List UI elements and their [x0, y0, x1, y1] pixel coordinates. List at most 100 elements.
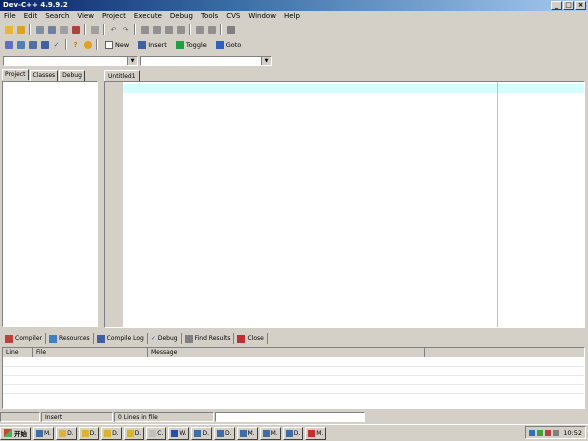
about-button[interactable]: [82, 39, 93, 50]
maximize-button[interactable]: □: [563, 1, 574, 10]
app-icon: [194, 429, 202, 437]
volume-icon[interactable]: [553, 429, 560, 436]
compile-run-button[interactable]: [27, 39, 38, 50]
taskbar-item-label: D.: [225, 429, 232, 437]
replace-button[interactable]: [151, 24, 162, 35]
toolbar-separator: [220, 24, 222, 35]
table-row: [3, 375, 584, 376]
menu-window[interactable]: Window: [244, 11, 280, 21]
find-results-icon: [184, 334, 193, 343]
taskbar-item-label: D.: [89, 429, 97, 437]
open-file-button[interactable]: [15, 24, 26, 35]
undo-button[interactable]: ↶: [108, 24, 119, 35]
tray-icon[interactable]: [545, 429, 552, 436]
tab-compiler[interactable]: Compiler: [2, 333, 47, 344]
insert-button[interactable]: Insert: [134, 39, 171, 51]
app-icon: [308, 429, 316, 437]
close-file-button[interactable]: [58, 24, 69, 35]
taskbar-item-label: D.: [112, 429, 119, 437]
menu-search[interactable]: Search: [41, 11, 73, 21]
find-next-button[interactable]: [163, 24, 174, 35]
toolbar-separator: [134, 24, 136, 35]
insert-label: Insert: [148, 40, 167, 49]
tab-compile-log[interactable]: Compile Log: [94, 333, 148, 344]
taskbar-item[interactable]: D.: [101, 426, 122, 440]
new-button[interactable]: New: [101, 39, 133, 51]
goto-button[interactable]: Goto: [212, 39, 246, 51]
tab-project[interactable]: Project: [2, 69, 29, 80]
menu-help[interactable]: Help: [280, 11, 304, 21]
tab-close[interactable]: Close: [234, 333, 268, 344]
taskbar-item[interactable]: D.: [282, 426, 304, 440]
compile-button[interactable]: [3, 39, 14, 50]
help-icon: ?: [73, 40, 78, 49]
taskbar-item[interactable]: M.: [33, 426, 55, 440]
window-controls: _ □ ×: [551, 1, 586, 10]
taskbar-item[interactable]: D.: [191, 426, 213, 440]
find-icon: [140, 25, 149, 34]
stop-button[interactable]: [225, 24, 236, 35]
menu-cvs[interactable]: CVS: [222, 11, 244, 21]
compiler-results-table[interactable]: Line File Message: [2, 347, 585, 409]
menu-tools[interactable]: Tools: [197, 11, 222, 21]
class-combo[interactable]: ▼: [3, 56, 138, 66]
tab-find-results[interactable]: Find Results: [182, 333, 235, 344]
tray-icon[interactable]: [529, 429, 536, 436]
taskbar-item-label: M.: [316, 429, 324, 437]
project-browser[interactable]: [2, 81, 98, 327]
find-button[interactable]: [139, 24, 150, 35]
menu-execute[interactable]: Execute: [130, 11, 166, 21]
menu-view[interactable]: View: [73, 11, 98, 21]
taskbar-item[interactable]: M.: [236, 426, 258, 440]
taskbar-item[interactable]: D.: [214, 426, 235, 440]
help-button[interactable]: ?: [70, 39, 81, 50]
taskbar-item[interactable]: M.: [259, 426, 281, 440]
taskbar-item-label: M.: [247, 429, 255, 437]
minimize-button[interactable]: _: [551, 1, 562, 10]
column-message[interactable]: Message: [148, 348, 425, 357]
goto-line-button[interactable]: [175, 24, 186, 35]
open-project-icon: [4, 25, 13, 34]
open-folder-icon: [16, 25, 25, 34]
rebuild-button[interactable]: [39, 39, 50, 50]
column-file[interactable]: File: [33, 348, 148, 357]
menu-debug[interactable]: Debug: [166, 11, 197, 21]
menu-file[interactable]: File: [0, 11, 20, 21]
tab-resources[interactable]: Resources: [46, 333, 94, 344]
menu-project[interactable]: Project: [98, 11, 130, 21]
menu-edit[interactable]: Edit: [20, 11, 42, 21]
check-button[interactable]: ✓: [51, 39, 62, 50]
start-button[interactable]: 开始: [0, 426, 31, 440]
taskbar-item[interactable]: D.: [56, 426, 77, 440]
open-project-button[interactable]: [3, 24, 14, 35]
properties-button[interactable]: [89, 24, 100, 35]
status-position: [0, 412, 40, 422]
column-line[interactable]: Line: [3, 348, 33, 357]
redo-button[interactable]: ↷: [120, 24, 131, 35]
run-button[interactable]: [15, 39, 26, 50]
menu-bar: File Edit Search View Project Execute De…: [0, 11, 588, 21]
taskbar-item[interactable]: C.: [146, 426, 167, 440]
taskbar-item[interactable]: D.: [123, 426, 145, 440]
back-button[interactable]: [194, 24, 205, 35]
tab-debug[interactable]: Debug: [59, 70, 85, 81]
properties-icon: [90, 25, 99, 34]
toggle-button[interactable]: Toggle: [172, 39, 211, 51]
tray-icon[interactable]: [537, 429, 544, 436]
close-button[interactable]: ×: [575, 1, 586, 10]
forward-button[interactable]: [206, 24, 217, 35]
save-all-button[interactable]: [46, 24, 57, 35]
left-pane-tabs: Project Classes Debug: [2, 69, 86, 81]
print-button[interactable]: [70, 24, 81, 35]
taskbar-item[interactable]: D.: [78, 426, 100, 440]
member-combo[interactable]: ▼: [140, 56, 272, 66]
taskbar-item[interactable]: W.: [168, 426, 190, 440]
tab-find-results-label: Find Results: [194, 335, 231, 342]
toolbar-separator: [29, 24, 31, 35]
code-editor[interactable]: [104, 81, 585, 328]
tab-debug-output[interactable]: ✓ Debug: [148, 333, 182, 344]
taskbar-item[interactable]: M.: [305, 426, 327, 440]
table-row: [3, 366, 584, 367]
save-button[interactable]: [34, 24, 45, 35]
tab-classes[interactable]: Classes: [29, 70, 59, 81]
